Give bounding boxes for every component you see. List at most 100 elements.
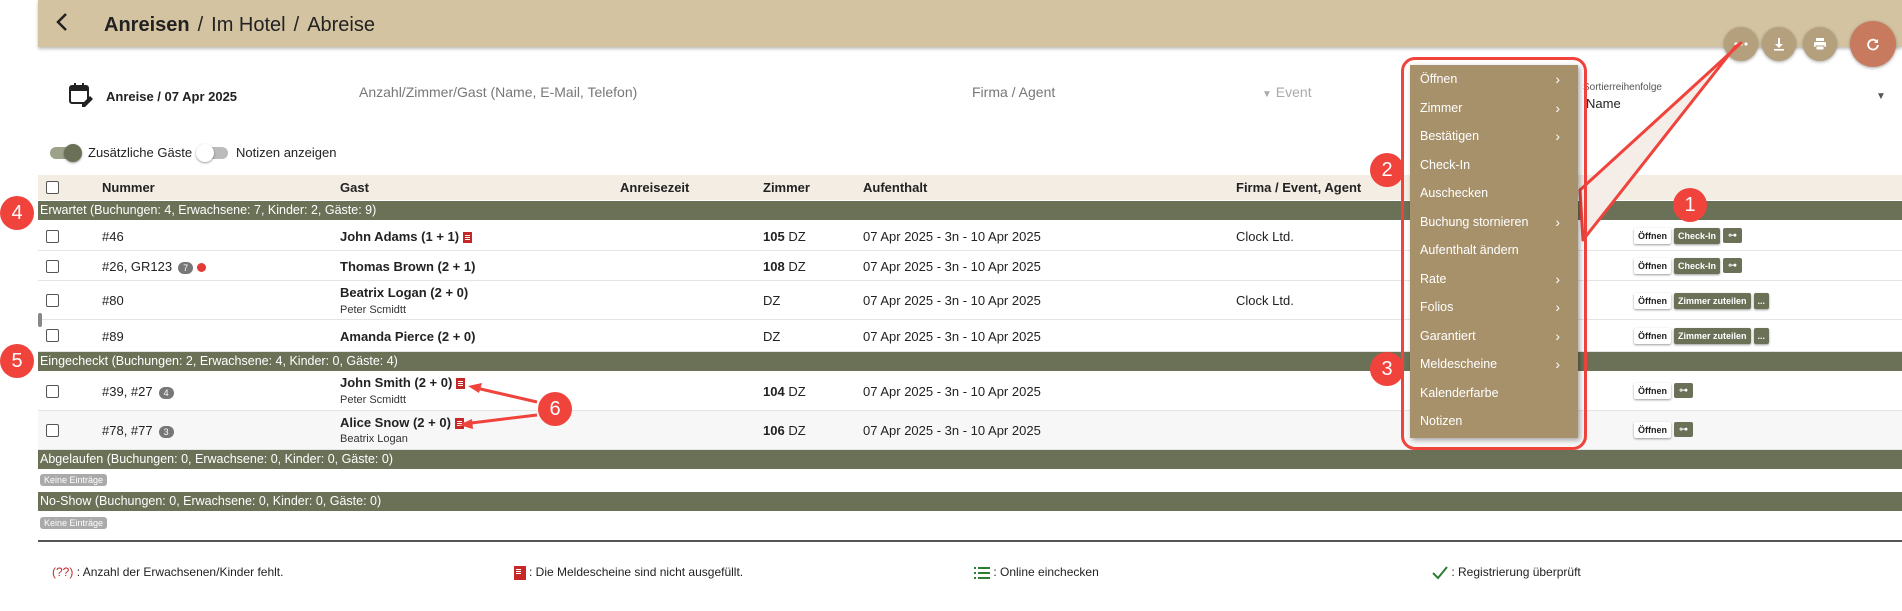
calendar-edit-icon[interactable]	[68, 82, 94, 108]
row-checkbox[interactable]	[46, 260, 59, 273]
key-icon[interactable]: ⊶	[1723, 258, 1743, 274]
more-options-button[interactable]	[1724, 27, 1758, 61]
back-arrow-icon[interactable]	[55, 12, 69, 38]
search-input[interactable]: Anzahl/Zimmer/Gast (Name, E-Mail, Telefo…	[359, 84, 637, 100]
sort-dropdown-arrow-icon[interactable]: ▼	[1876, 91, 1886, 102]
assign-room-button[interactable]: Zimmer zuteilen	[1674, 327, 1751, 344]
stay: 07 Apr 2025 - 3n - 10 Apr 2025	[863, 229, 1041, 244]
empty-label: Keine Einträge	[40, 474, 108, 486]
print-button[interactable]	[1803, 27, 1837, 61]
legend-online-checkin: : Online einchecken	[974, 565, 1099, 580]
row-actions: Öffnen Zimmer zuteilen...	[1634, 327, 1772, 344]
menu-item-notes[interactable]: Notizen	[1410, 407, 1578, 435]
group-expired[interactable]: Abgelaufen (Buchungen: 0, Erwachsene: 0,…	[38, 450, 1902, 469]
legend-missing-count: (??) : Anzahl der Erwachsenen/Kinder feh…	[52, 565, 284, 579]
col-arrival-time[interactable]: Anreisezeit	[620, 180, 689, 195]
col-stay[interactable]: Aufenthalt	[863, 180, 927, 195]
chevron-right-icon: ›	[1555, 356, 1560, 372]
breadcrumb-departure[interactable]: Abreise	[307, 14, 375, 36]
event-dropdown-arrow-icon: ▼	[1262, 89, 1272, 100]
empty-label: Keine Einträge	[40, 517, 108, 529]
download-button[interactable]	[1762, 27, 1796, 61]
stay: 07 Apr 2025 - 3n - 10 Apr 2025	[863, 384, 1041, 399]
assign-room-button[interactable]: Zimmer zuteilen	[1674, 292, 1751, 309]
col-company[interactable]: Firma / Event, Agent	[1236, 180, 1361, 195]
booking-number: #46	[102, 229, 124, 244]
row-checkbox[interactable]	[46, 329, 59, 342]
chevron-right-icon: ›	[1555, 71, 1560, 87]
menu-item-guaranteed[interactable]: Garantiert ›	[1410, 322, 1578, 350]
row-checkbox[interactable]	[46, 230, 59, 243]
legend-registration-verified: : Registrierung überprüft	[1432, 565, 1581, 580]
col-room[interactable]: Zimmer	[763, 180, 810, 195]
open-button[interactable]: Öffnen	[1634, 227, 1671, 244]
table-row[interactable]: #39, #27 4 John Smith (2 + 0) Peter Scmid…	[38, 371, 1902, 411]
open-button[interactable]: Öffnen	[1634, 292, 1671, 309]
breadcrumb-main[interactable]: Anreisen	[104, 14, 190, 36]
menu-item-change-stay[interactable]: Aufenthalt ändern	[1410, 236, 1578, 264]
annotation-badge-6: 6	[538, 392, 572, 426]
more-button[interactable]: ...	[1753, 292, 1770, 309]
checkin-button[interactable]: Check-In	[1674, 257, 1721, 274]
toggle-switch-on[interactable]	[50, 143, 82, 162]
open-button[interactable]: Öffnen	[1634, 382, 1671, 399]
breadcrumb-in-hotel[interactable]: Im Hotel	[211, 14, 285, 36]
guest-name[interactable]: Beatrix Logan (2 + 0)	[340, 285, 468, 300]
table-row[interactable]: #80 Beatrix Logan (2 + 0) Peter Scmidtt …	[38, 281, 1902, 320]
key-icon[interactable]: ⊶	[1674, 383, 1693, 399]
registration-form-icon	[463, 232, 473, 244]
key-icon[interactable]: ⊶	[1674, 422, 1693, 438]
menu-item-room[interactable]: Zimmer ›	[1410, 94, 1578, 122]
menu-item-rate[interactable]: Rate ›	[1410, 265, 1578, 293]
page: { "breadcrumb": { "main": "Anreisen", "s…	[0, 0, 1902, 611]
menu-item-calendar-color[interactable]: Kalenderfarbe	[1410, 379, 1578, 407]
menu-item-checkin[interactable]: Check-In	[1410, 151, 1578, 179]
more-button[interactable]: ...	[1753, 327, 1770, 344]
toggle-extra-guests[interactable]: Zusätzliche Gäste	[50, 143, 192, 162]
guest-name[interactable]: Amanda Pierce (2 + 0)	[340, 329, 475, 344]
open-button[interactable]: Öffnen	[1634, 421, 1671, 438]
guest-name[interactable]: Thomas Brown (2 + 1)	[340, 259, 475, 274]
guest-name[interactable]: Alice Snow (2 + 0)	[340, 415, 464, 430]
table-row[interactable]: #46 John Adams (1 + 1) 105 DZ 07 Apr 202…	[38, 220, 1902, 251]
table-row[interactable]: #26, GR123 7 Thomas Brown (2 + 1) 108 DZ …	[38, 251, 1902, 281]
group-checked-in[interactable]: Eingecheckt (Buchungen: 2, Erwachsene: 4…	[38, 352, 1902, 371]
menu-item-cancel-booking[interactable]: Buchung stornieren ›	[1410, 208, 1578, 236]
key-icon[interactable]: ⊶	[1723, 228, 1743, 244]
guest-name[interactable]: John Smith (2 + 0)	[340, 375, 466, 390]
col-guest[interactable]: Gast	[340, 180, 369, 195]
company-filter[interactable]: Firma / Agent	[972, 84, 1055, 100]
row-checkbox[interactable]	[46, 385, 59, 398]
chevron-right-icon: ›	[1555, 213, 1560, 230]
open-button[interactable]: Öffnen	[1634, 327, 1671, 344]
event-filter[interactable]: ▼ Event	[1262, 84, 1312, 100]
date-filter[interactable]: Anreise / 07 Apr 2025	[106, 89, 237, 104]
toggle-switch-off[interactable]	[196, 143, 228, 162]
row-actions: Öffnen Check-In ⊶	[1634, 257, 1745, 274]
chevron-right-icon: ›	[1555, 327, 1560, 344]
select-all-checkbox[interactable]	[46, 181, 59, 194]
open-button[interactable]: Öffnen	[1634, 257, 1671, 274]
menu-item-folios[interactable]: Folios ›	[1410, 293, 1578, 321]
group-expected[interactable]: Erwartet (Buchungen: 4, Erwachsene: 7, K…	[38, 201, 1902, 220]
sort-select[interactable]: Name	[1586, 96, 1621, 111]
group-noshow[interactable]: No-Show (Buchungen: 0, Erwachsene: 0, Ki…	[38, 492, 1902, 511]
menu-item-registration-forms[interactable]: Meldescheine ›	[1410, 350, 1578, 378]
toggle-show-notes[interactable]: Notizen anzeigen	[196, 143, 336, 162]
guest-sub-name: Peter Scmidtt	[340, 304, 407, 316]
row-checkbox[interactable]	[46, 424, 59, 437]
checkin-button[interactable]: Check-In	[1674, 227, 1721, 244]
sort-label: Sortierreihenfolge	[1583, 82, 1662, 93]
row-checkbox[interactable]	[46, 294, 59, 307]
row-actions: Öffnen ⊶	[1634, 382, 1696, 399]
menu-item-open[interactable]: Öffnen ›	[1410, 65, 1578, 93]
menu-item-checkout[interactable]: Auschecken	[1410, 179, 1578, 207]
refresh-button[interactable]	[1850, 21, 1896, 67]
table-row[interactable]: #89 Amanda Pierce (2 + 0) DZ 07 Apr 2025…	[38, 320, 1902, 352]
col-number[interactable]: Nummer	[102, 180, 155, 195]
annotation-badge-2: 2	[1370, 153, 1404, 187]
table-row[interactable]: #78, #77 3 Alice Snow (2 + 0) Beatrix Log…	[38, 411, 1902, 450]
guest-name[interactable]: John Adams (1 + 1)	[340, 229, 473, 244]
refresh-icon	[1867, 38, 1879, 51]
menu-item-confirm[interactable]: Bestätigen ›	[1410, 122, 1578, 150]
